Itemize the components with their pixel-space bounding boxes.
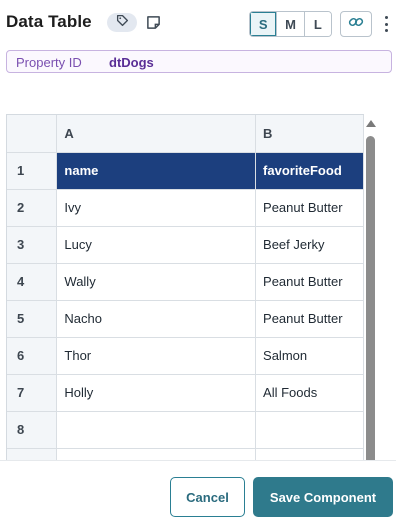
more-vertical-icon[interactable] [380, 13, 392, 35]
table-cell[interactable]: Thor [56, 337, 257, 375]
row-number[interactable]: 9 [7, 448, 58, 460]
save-component-button[interactable]: Save Component [253, 477, 393, 517]
property-id-label: Property ID [16, 55, 82, 70]
table-cell[interactable] [255, 411, 364, 449]
table-row: 2 Ivy Peanut Butter [7, 189, 364, 227]
table-cell[interactable]: Salmon [255, 337, 364, 375]
row-number[interactable]: 3 [7, 226, 58, 264]
column-header-row: A B [7, 115, 364, 153]
table-row: 1 name favoriteFood [7, 152, 364, 190]
cancel-button[interactable]: Cancel [170, 477, 245, 517]
grid-corner[interactable] [7, 115, 58, 153]
component-header: Data Table S M L [0, 0, 396, 46]
property-id-value: dtDogs [109, 55, 154, 70]
table-cell[interactable]: Holly [56, 374, 257, 412]
table-row: 6 Thor Salmon [7, 337, 364, 375]
row-number[interactable]: 6 [7, 337, 58, 375]
scroll-thumb[interactable] [366, 136, 375, 460]
table-cell[interactable] [56, 448, 257, 460]
table-cell[interactable] [255, 448, 364, 460]
tag-button[interactable] [107, 13, 137, 32]
link-button[interactable] [340, 11, 372, 37]
scroll-up-arrow-icon[interactable] [366, 120, 376, 127]
table-cell[interactable]: Nacho [56, 300, 257, 338]
table-cell[interactable]: Lucy [56, 226, 257, 264]
tag-icon [116, 14, 129, 32]
row-number[interactable]: 5 [7, 300, 58, 338]
table-cell[interactable]: Peanut Butter [255, 189, 364, 227]
table-row: 7 Holly All Foods [7, 374, 364, 412]
column-header-b[interactable]: B [255, 115, 364, 153]
table-cell[interactable]: Ivy [56, 189, 257, 227]
note-icon[interactable] [145, 14, 161, 30]
table-cell[interactable]: Peanut Butter [255, 263, 364, 301]
row-number[interactable]: 7 [7, 374, 58, 412]
data-grid: A B 1 name favoriteFood 2 Ivy Peanut But… [6, 114, 364, 460]
property-id-field[interactable]: Property ID dtDogs [6, 50, 392, 73]
table-row: 5 Nacho Peanut Butter [7, 300, 364, 338]
size-large-button[interactable]: L [304, 12, 331, 36]
table-cell[interactable]: All Foods [255, 374, 364, 412]
table-cell[interactable] [56, 411, 257, 449]
table-cell[interactable]: Beef Jerky [255, 226, 364, 264]
table-cell[interactable]: Peanut Butter [255, 300, 364, 338]
row-number[interactable]: 4 [7, 263, 58, 301]
table-row: 9 [7, 448, 364, 460]
table-cell[interactable]: name [56, 152, 257, 190]
table-cell[interactable]: Wally [56, 263, 257, 301]
size-medium-button[interactable]: M [277, 12, 305, 36]
size-toggle-group: S M L [249, 11, 332, 37]
row-number[interactable]: 2 [7, 189, 58, 227]
table-row: 8 [7, 411, 364, 449]
link-icon [348, 14, 364, 35]
grid-scrollbar[interactable] [364, 114, 376, 460]
footer: Cancel Save Component [0, 460, 396, 520]
size-small-button[interactable]: S [250, 12, 278, 36]
component-title: Data Table [6, 12, 92, 31]
table-row: 3 Lucy Beef Jerky [7, 226, 364, 264]
table-row: 4 Wally Peanut Butter [7, 263, 364, 301]
table-cell[interactable]: favoriteFood [255, 152, 364, 190]
row-number[interactable]: 8 [7, 411, 58, 449]
column-header-a[interactable]: A [56, 115, 257, 153]
row-number[interactable]: 1 [7, 152, 58, 190]
